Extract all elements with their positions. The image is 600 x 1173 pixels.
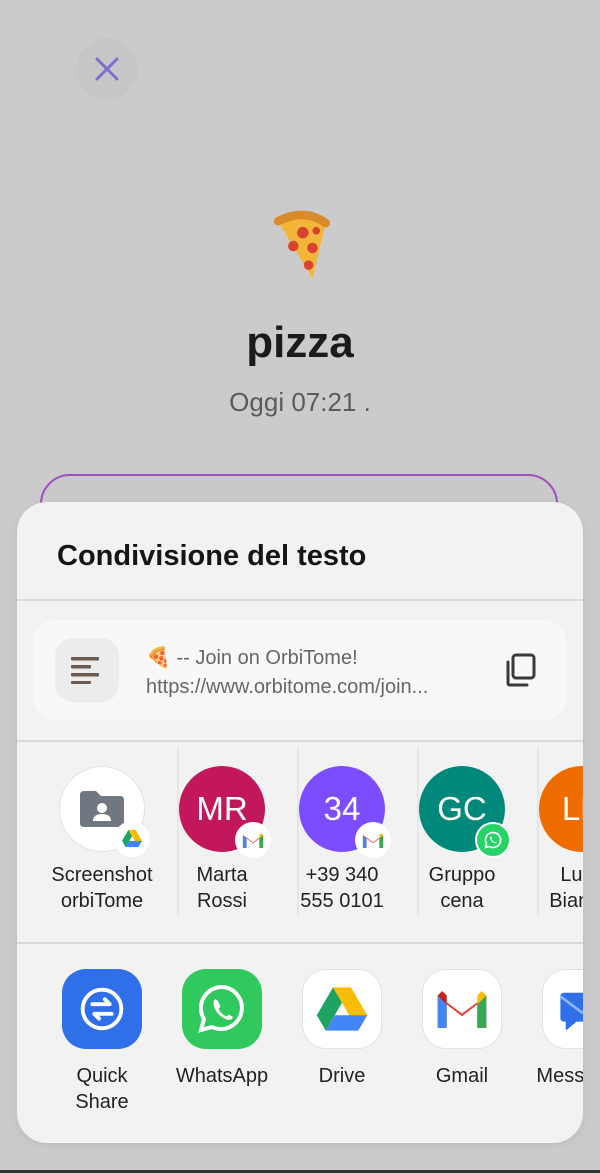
share-sheet: Condivisione del testo 🍕 -- Join on Orbi…: [17, 502, 583, 1143]
drive-badge-icon: [114, 821, 150, 857]
contact-label-1: Luca: [560, 864, 583, 886]
preview-line-2: https://www.orbitome.com/join...: [146, 676, 429, 698]
avatar: 34: [299, 766, 391, 858]
app-whatsapp[interactable]: WhatsApp: [162, 969, 282, 1089]
close-button[interactable]: [76, 38, 138, 100]
whatsapp-badge-icon: [475, 822, 511, 858]
contact-label-2: Bianchi: [549, 890, 583, 912]
text-preview-card: 🍕 -- Join on OrbiTome! https://www.orbit…: [33, 620, 566, 720]
copy-button[interactable]: [498, 648, 542, 692]
contact-label-2: 555 0101: [300, 890, 384, 912]
sheet-title: Condivisione del testo: [57, 540, 367, 572]
preview-text: 🍕 -- Join on OrbiTome! https://www.orbit…: [146, 644, 486, 702]
app-label-1: Drive: [318, 1065, 366, 1087]
contact-label-2: cena: [440, 890, 484, 912]
messages-icon: [542, 969, 583, 1049]
share-target-screenshot[interactable]: Screenshot orbiTome: [42, 766, 162, 914]
contact-label-2: orbiTome: [60, 890, 144, 912]
app-messages[interactable]: Messages: [522, 969, 583, 1089]
share-target-phone-number[interactable]: 34 +39 340 555 0101: [282, 766, 402, 914]
pizza-icon: [273, 210, 331, 279]
gmail-icon: [422, 969, 502, 1049]
avatar-initials: 34: [323, 790, 361, 827]
app-label-2: Share: [75, 1091, 129, 1113]
app-label-1: WhatsApp: [175, 1065, 269, 1087]
close-icon: [95, 57, 119, 81]
contact-label-1: +39 340: [305, 864, 379, 886]
avatar: GC: [419, 766, 511, 858]
avatar-initials: MR: [196, 790, 248, 827]
divider: [17, 599, 583, 601]
contact-label-1: Gruppo: [428, 864, 496, 886]
contact-label-1: Screenshot: [51, 864, 153, 886]
avatar-initials: GC: [437, 790, 487, 827]
app-label-1: Messages: [536, 1065, 583, 1087]
text-document-icon: [55, 638, 119, 702]
app-gmail[interactable]: Gmail: [402, 969, 522, 1089]
event-date: Oggi 07:21 .: [229, 387, 371, 417]
share-target-luca[interactable]: LB Luca Bianchi: [522, 766, 583, 914]
gmail-badge-icon: [355, 822, 391, 858]
direct-share-row: Screenshot orbiTome MR Marta Rossi 34 +3…: [17, 742, 583, 942]
event-emoji: [0, 204, 600, 310]
quick-share-icon: [62, 969, 142, 1049]
share-target-gruppo-cena[interactable]: GC Gruppo cena: [402, 766, 522, 914]
folder-icon: [80, 791, 124, 827]
copy-icon: [506, 653, 536, 687]
avatar-initials: LB: [561, 790, 583, 827]
share-target-marta-rossi[interactable]: MR Marta Rossi: [162, 766, 282, 914]
contact-label-1: Marta: [196, 864, 248, 886]
event-title: pizza: [246, 318, 354, 367]
gmail-badge-icon: [235, 822, 271, 858]
drive-icon: [302, 969, 382, 1049]
app-label-1: Quick: [76, 1065, 128, 1087]
contact-label-2: Rossi: [196, 890, 247, 912]
whatsapp-icon: [182, 969, 262, 1049]
app-label-1: Gmail: [435, 1065, 489, 1087]
preview-line-1: 🍕 -- Join on OrbiTome!: [146, 647, 358, 669]
app-share-row: Quick Share WhatsApp Drive Gmail Mess: [17, 943, 583, 1143]
app-drive[interactable]: Drive: [282, 969, 402, 1089]
avatar: MR: [179, 766, 271, 858]
app-quick-share[interactable]: Quick Share: [42, 969, 162, 1115]
avatar: [59, 766, 150, 857]
avatar: LB: [539, 766, 583, 852]
